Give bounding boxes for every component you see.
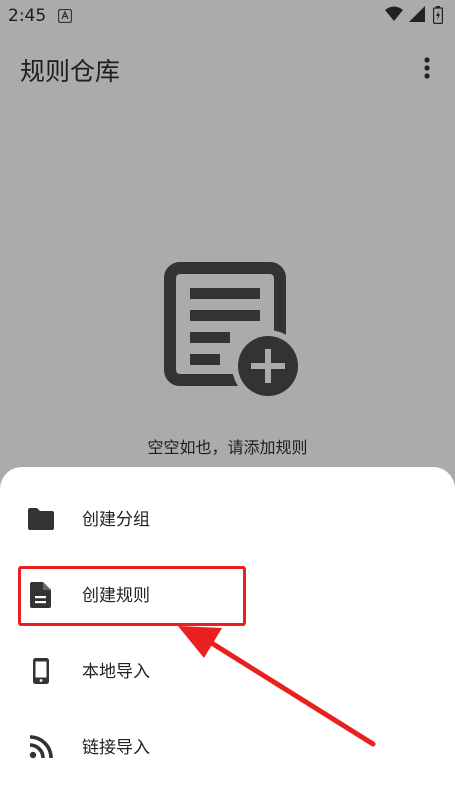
menu-item-label: 创建分组 [82, 510, 150, 530]
wifi-icon [385, 6, 403, 21]
menu-item-label: 链接导入 [82, 738, 150, 758]
app-bar: 规则仓库 [0, 40, 455, 96]
annotation-arrow-icon [178, 626, 376, 747]
status-time: 2:45 [8, 6, 47, 26]
page-title: 规则仓库 [20, 57, 121, 86]
menu-item-label: 本地导入 [82, 662, 150, 682]
menu-item-create-group[interactable]: 创建分组 [0, 488, 455, 548]
signal-icon [409, 6, 425, 22]
rss-icon [29, 735, 53, 759]
folder-icon [28, 508, 54, 530]
highlight-box [18, 566, 246, 626]
notification-icon [58, 9, 72, 23]
more-options-icon[interactable] [413, 54, 441, 82]
phone-icon [33, 658, 49, 684]
empty-message: 空空如也，请添加规则 [147, 438, 308, 457]
battery-icon [433, 6, 443, 24]
status-bar: 2:45 [0, 0, 455, 32]
add-rule-document-icon [164, 262, 304, 398]
